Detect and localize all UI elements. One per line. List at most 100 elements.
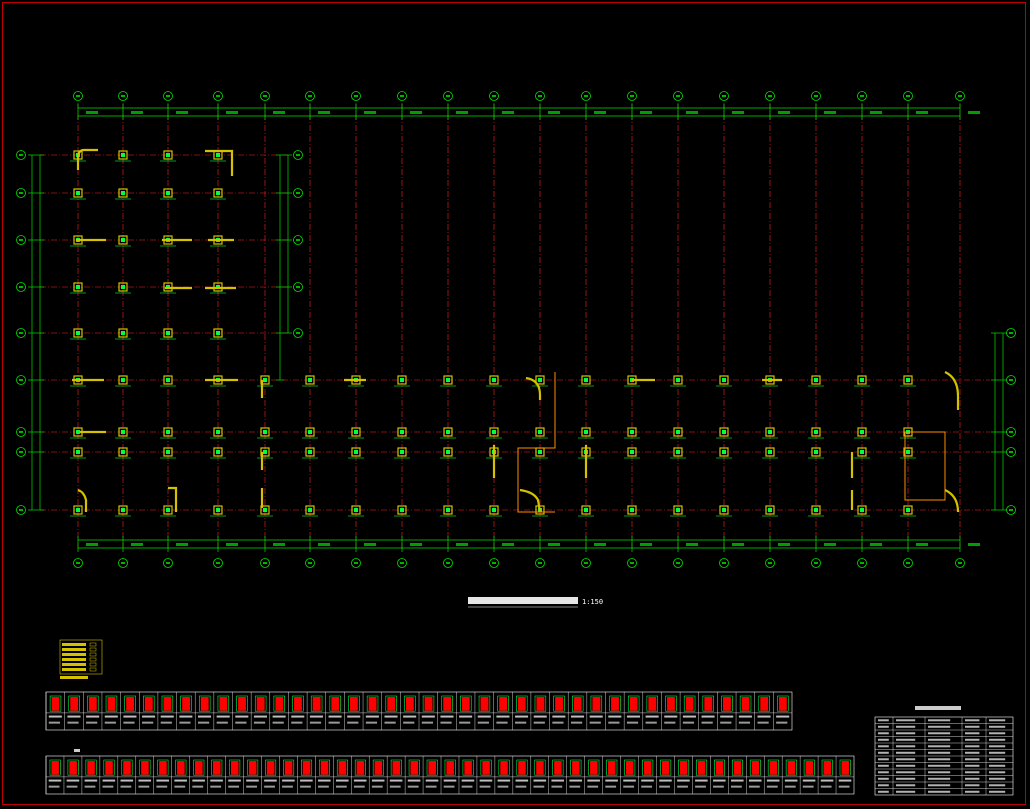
strip-section <box>51 761 59 775</box>
column[interactable] <box>160 427 176 439</box>
strip-label <box>748 785 760 788</box>
strip-label <box>48 779 62 782</box>
strip-label <box>713 779 726 782</box>
dim-text <box>732 543 744 546</box>
axis-bubble-label <box>446 95 450 97</box>
column[interactable] <box>210 427 226 439</box>
strip-label <box>838 779 852 782</box>
column-core <box>584 378 588 382</box>
strip-label <box>421 715 435 718</box>
column[interactable] <box>115 427 131 439</box>
strip-label <box>421 721 433 724</box>
column-core <box>121 153 125 157</box>
strip-section <box>499 697 508 711</box>
strip-section <box>51 697 60 711</box>
strip-label <box>246 779 259 782</box>
column[interactable] <box>115 375 131 387</box>
column[interactable] <box>486 427 502 439</box>
table-cell-text <box>896 751 916 754</box>
column[interactable] <box>394 375 410 387</box>
strip-label <box>496 715 510 718</box>
axis-bubble-label <box>860 562 864 564</box>
column[interactable] <box>70 328 86 340</box>
strip-section <box>629 697 638 711</box>
axis-bubble-label <box>768 95 772 97</box>
column[interactable] <box>900 427 916 439</box>
column[interactable] <box>115 328 131 340</box>
strip-section <box>554 761 562 775</box>
column[interactable] <box>160 188 176 200</box>
strip-label <box>569 785 581 788</box>
column[interactable] <box>532 427 548 439</box>
table-cell-text <box>878 784 889 787</box>
column[interactable] <box>394 427 410 439</box>
column[interactable] <box>210 328 226 340</box>
column[interactable] <box>716 375 732 387</box>
column[interactable] <box>624 427 640 439</box>
column[interactable] <box>808 427 824 439</box>
dim-text <box>778 543 790 546</box>
structural-plan-drawing[interactable]: 1:150 <box>0 0 1030 809</box>
column[interactable] <box>900 375 916 387</box>
column[interactable] <box>302 375 318 387</box>
column[interactable] <box>302 427 318 439</box>
axis-bubble-label <box>216 562 220 564</box>
table-cell-text <box>896 790 916 793</box>
axis-bubble-label <box>19 451 23 453</box>
column[interactable] <box>440 375 456 387</box>
column-core <box>263 508 267 512</box>
strip-section <box>428 761 436 775</box>
dim-text <box>364 543 376 546</box>
strip-section <box>275 697 284 711</box>
table-cell-text <box>878 764 889 767</box>
dim-text <box>870 543 882 546</box>
strip-label <box>197 715 212 718</box>
dim-text <box>176 543 188 546</box>
strip-label <box>766 785 778 788</box>
column[interactable] <box>716 427 732 439</box>
column[interactable] <box>115 188 131 200</box>
column[interactable] <box>578 375 594 387</box>
strip-label <box>677 785 688 788</box>
column[interactable] <box>670 375 686 387</box>
column-core <box>354 508 358 512</box>
column-core <box>216 450 220 454</box>
column[interactable] <box>160 328 176 340</box>
strip-label <box>384 715 398 718</box>
strip-label <box>443 779 457 782</box>
dim-text <box>594 111 606 114</box>
column[interactable] <box>257 375 273 387</box>
strip-section <box>200 697 209 711</box>
shear-wall-curved <box>525 376 542 400</box>
column-core <box>584 508 588 512</box>
column[interactable] <box>210 188 226 200</box>
strip-label <box>120 785 132 788</box>
dim-text <box>226 543 238 546</box>
dim-text <box>86 543 98 546</box>
column[interactable] <box>670 427 686 439</box>
column-core <box>166 378 170 382</box>
column[interactable] <box>854 375 870 387</box>
strip-label <box>659 785 670 788</box>
strip-label <box>138 779 152 782</box>
column[interactable] <box>578 427 594 439</box>
column[interactable] <box>440 427 456 439</box>
column[interactable] <box>854 427 870 439</box>
column[interactable] <box>160 375 176 387</box>
strip-label <box>820 779 834 782</box>
strip-label <box>253 721 266 724</box>
column-core <box>722 508 726 512</box>
strip-label <box>641 779 654 782</box>
column[interactable] <box>348 427 364 439</box>
cad-viewport[interactable]: 1:150 <box>0 0 1030 809</box>
dim-text <box>318 111 330 114</box>
column-core <box>216 153 220 157</box>
strip-label <box>84 785 96 788</box>
column[interactable] <box>486 375 502 387</box>
column[interactable] <box>70 188 86 200</box>
column[interactable] <box>762 427 778 439</box>
column[interactable] <box>808 375 824 387</box>
strip-label <box>335 779 349 782</box>
column[interactable] <box>257 427 273 439</box>
strip-label <box>371 785 383 788</box>
